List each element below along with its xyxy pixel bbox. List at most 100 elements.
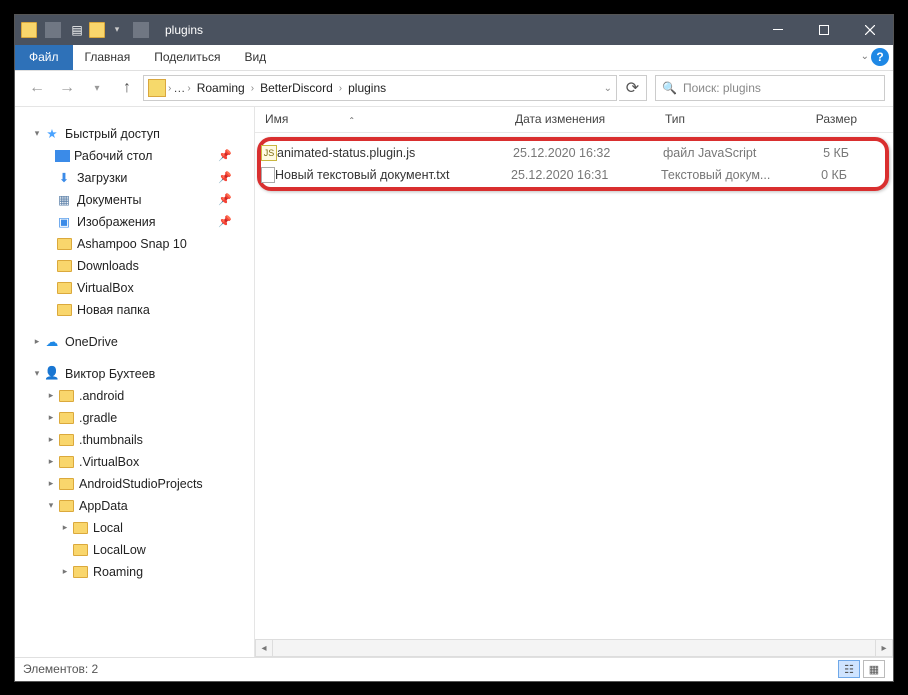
column-type[interactable]: Тип: [665, 112, 795, 126]
addressbar: ← → ▾ ↑ › … › Roaming › BetterDiscord › …: [15, 71, 893, 107]
downloads-icon: ⬇: [55, 170, 73, 186]
horizontal-scrollbar[interactable]: ◂ ▸: [255, 639, 893, 657]
sidebar-item[interactable]: Рабочий стол: [74, 149, 152, 163]
search-icon: 🔍: [662, 81, 677, 95]
folder-icon: [59, 390, 74, 402]
breadcrumb-item[interactable]: plugins: [344, 81, 390, 95]
file-list-pane: Имя ⌃ Дата изменения Тип Размер JS animat…: [255, 107, 893, 657]
view-large-icons-button[interactable]: ▦: [863, 660, 885, 678]
sidebar-item[interactable]: Ashampoo Snap 10: [77, 237, 187, 251]
recent-locations-button[interactable]: ▾: [83, 74, 111, 102]
view-details-button[interactable]: ☷: [838, 660, 860, 678]
chevron-right-icon[interactable]: ▸: [45, 478, 57, 489]
folder-icon: [57, 282, 72, 294]
sidebar-item[interactable]: .android: [79, 389, 124, 403]
column-headers[interactable]: Имя ⌃ Дата изменения Тип Размер: [255, 107, 893, 133]
sort-indicator-icon: ⌃: [348, 116, 355, 125]
help-icon[interactable]: ?: [871, 48, 889, 66]
forward-button: →: [53, 74, 81, 102]
chevron-right-icon[interactable]: ▸: [59, 566, 71, 577]
search-input[interactable]: 🔍 Поиск: plugins: [655, 75, 885, 101]
breadcrumb-dropdown-icon[interactable]: ⌄: [604, 83, 612, 94]
chevron-down-icon[interactable]: ▾: [45, 500, 57, 511]
sidebar-onedrive[interactable]: OneDrive: [65, 335, 118, 349]
explorer-window: ▤ ▾ plugins Файл Главная Поделиться Вид …: [14, 14, 894, 682]
js-file-icon: JS: [261, 145, 277, 161]
back-button[interactable]: ←: [23, 74, 51, 102]
chevron-right-icon[interactable]: ▸: [45, 434, 57, 445]
refresh-button[interactable]: ⟳: [619, 75, 647, 101]
chevron-right-icon[interactable]: ▸: [59, 522, 71, 533]
file-name: animated-status.plugin.js: [277, 146, 513, 160]
tab-view[interactable]: Вид: [232, 45, 278, 70]
up-button[interactable]: ↑: [113, 74, 141, 102]
folder-icon: [59, 412, 74, 424]
file-row[interactable]: JS animated-status.plugin.js 25.12.2020 …: [261, 142, 879, 164]
file-size: 5 КБ: [793, 146, 849, 160]
sidebar-item[interactable]: Документы: [77, 193, 141, 207]
sidebar-item[interactable]: AndroidStudioProjects: [79, 477, 203, 491]
column-size[interactable]: Размер: [795, 112, 857, 126]
close-button[interactable]: [847, 15, 893, 45]
sidebar-user[interactable]: Виктор Бухтеев: [65, 367, 155, 381]
scroll-left-icon[interactable]: ◂: [255, 639, 273, 657]
qat-dropdown-icon[interactable]: ▾: [109, 22, 125, 38]
column-name[interactable]: Имя: [265, 112, 288, 126]
location-folder-icon: [148, 79, 166, 97]
file-date: 25.12.2020 16:31: [511, 168, 661, 182]
qat-new-folder-icon[interactable]: [89, 22, 105, 38]
annotation-highlight: JS animated-status.plugin.js 25.12.2020 …: [257, 137, 889, 191]
sidebar-item[interactable]: Local: [93, 521, 123, 535]
folder-icon: [59, 456, 74, 468]
tab-home[interactable]: Главная: [73, 45, 143, 70]
sidebar-quick-access[interactable]: Быстрый доступ: [65, 127, 160, 141]
sidebar-item[interactable]: Downloads: [77, 259, 139, 273]
folder-icon: [57, 260, 72, 272]
minimize-button[interactable]: [755, 15, 801, 45]
sidebar-item[interactable]: AppData: [79, 499, 128, 513]
file-size: 0 КБ: [791, 168, 847, 182]
scroll-right-icon[interactable]: ▸: [875, 639, 893, 657]
folder-icon: [59, 434, 74, 446]
breadcrumb-item[interactable]: BetterDiscord: [256, 81, 337, 95]
pin-icon: 📌: [218, 149, 232, 162]
chevron-down-icon[interactable]: ▾: [31, 128, 43, 139]
sidebar-item[interactable]: .VirtualBox: [79, 455, 139, 469]
quick-access-icon: ★: [43, 126, 61, 142]
ribbon-expand-icon[interactable]: ⌄: [861, 51, 869, 62]
chevron-right-icon[interactable]: ▸: [45, 456, 57, 467]
column-date[interactable]: Дата изменения: [515, 112, 665, 126]
pin-icon: 📌: [218, 215, 232, 228]
sidebar-item[interactable]: Изображения: [77, 215, 156, 229]
chevron-down-icon[interactable]: ▾: [31, 368, 43, 379]
sidebar-item[interactable]: .gradle: [79, 411, 117, 425]
file-type: Текстовый докум...: [661, 168, 791, 182]
sidebar-item[interactable]: Roaming: [93, 565, 143, 579]
breadcrumb-overflow[interactable]: …: [173, 81, 185, 95]
sidebar-item[interactable]: LocalLow: [93, 543, 146, 557]
titlebar[interactable]: ▤ ▾ plugins: [15, 15, 893, 45]
breadcrumb-item[interactable]: Roaming: [193, 81, 249, 95]
file-date: 25.12.2020 16:32: [513, 146, 663, 160]
chevron-right-icon[interactable]: ▸: [45, 412, 57, 423]
tab-share[interactable]: Поделиться: [142, 45, 232, 70]
pin-icon: 📌: [218, 193, 232, 206]
folder-icon: [73, 522, 88, 534]
tab-file[interactable]: Файл: [15, 45, 73, 70]
sidebar-item[interactable]: Новая папка: [77, 303, 150, 317]
chevron-right-icon[interactable]: ▸: [31, 336, 43, 347]
documents-icon: ▦: [55, 192, 73, 208]
pictures-icon: ▣: [55, 214, 73, 230]
qat-properties-icon[interactable]: ▤: [69, 22, 85, 38]
file-type: файл JavaScript: [663, 146, 793, 160]
onedrive-icon: ☁: [43, 334, 61, 350]
sidebar-item[interactable]: Загрузки: [77, 171, 127, 185]
sidebar-item[interactable]: VirtualBox: [77, 281, 134, 295]
file-row[interactable]: Новый текстовый документ.txt 25.12.2020 …: [261, 164, 879, 186]
sidebar-item[interactable]: .thumbnails: [79, 433, 143, 447]
maximize-button[interactable]: [801, 15, 847, 45]
chevron-right-icon[interactable]: ▸: [45, 390, 57, 401]
navigation-pane[interactable]: ▾ ★ Быстрый доступ Рабочий стол 📌 ⬇ Загруз…: [15, 107, 255, 657]
breadcrumb[interactable]: › … › Roaming › BetterDiscord › plugins …: [143, 75, 617, 101]
search-placeholder: Поиск: plugins: [683, 81, 761, 95]
